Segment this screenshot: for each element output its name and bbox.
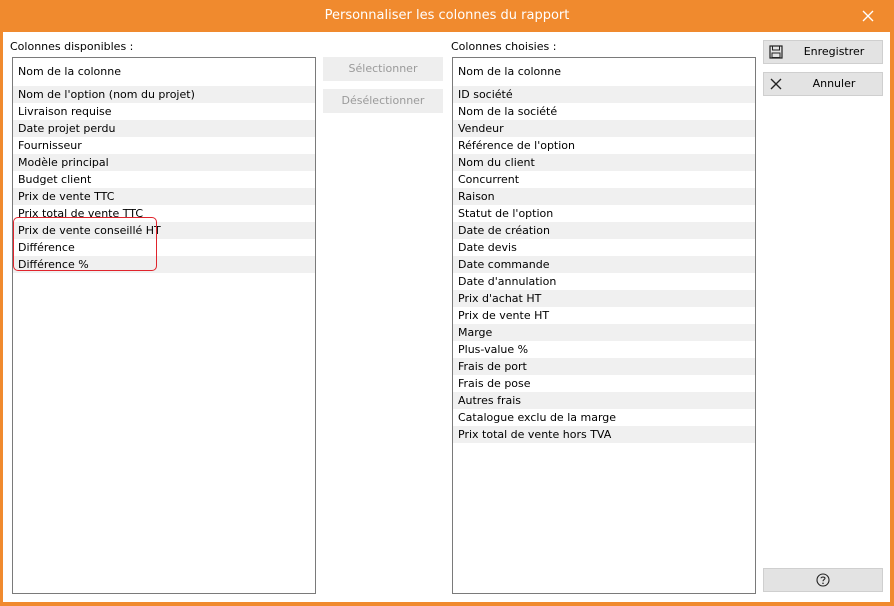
available-list-item[interactable]: Budget client: [13, 171, 315, 188]
chosen-list-item[interactable]: Marge: [453, 324, 755, 341]
available-list-item[interactable]: Modèle principal: [13, 154, 315, 171]
chosen-columns-list[interactable]: Nom de la colonne ID société Nom de la so…: [452, 57, 756, 594]
chosen-list-header: Nom de la colonne: [458, 65, 561, 78]
close-icon: [770, 78, 782, 90]
deselect-button[interactable]: Désélectionner: [323, 89, 443, 113]
available-list-item[interactable]: Nom de l'option (nom du projet): [13, 86, 315, 103]
chosen-list-item[interactable]: Statut de l'option: [453, 205, 755, 222]
help-icon: [816, 573, 830, 587]
chosen-list-item[interactable]: Prix total de vente hors TVA: [453, 426, 755, 443]
save-button[interactable]: Enregistrer: [763, 40, 883, 64]
chosen-list-item[interactable]: Catalogue exclu de la marge: [453, 409, 755, 426]
highlight-box: [13, 217, 157, 271]
floppy-disk-icon: [769, 45, 783, 59]
chosen-list-item[interactable]: Nom du client: [453, 154, 755, 171]
chosen-list-item[interactable]: Date d'annulation: [453, 273, 755, 290]
chosen-list-item[interactable]: Vendeur: [453, 120, 755, 137]
chosen-list-item[interactable]: Date de création: [453, 222, 755, 239]
chosen-columns-label: Colonnes choisies :: [451, 40, 557, 53]
available-list-header: Nom de la colonne: [18, 65, 121, 78]
chosen-list-item[interactable]: Raison: [453, 188, 755, 205]
chosen-list-item[interactable]: Autres frais: [453, 392, 755, 409]
available-list-item[interactable]: Prix de vente TTC: [13, 188, 315, 205]
available-columns-label: Colonnes disponibles :: [10, 40, 134, 53]
close-button[interactable]: [858, 6, 878, 26]
chosen-list-item[interactable]: Prix de vente HT: [453, 307, 755, 324]
chosen-list-item[interactable]: Date devis: [453, 239, 755, 256]
close-icon: [862, 10, 874, 22]
chosen-list-item[interactable]: Frais de pose: [453, 375, 755, 392]
available-list-item[interactable]: Fournisseur: [13, 137, 315, 154]
available-list-item[interactable]: Livraison requise: [13, 103, 315, 120]
chosen-list-item[interactable]: Date commande: [453, 256, 755, 273]
chosen-list-item[interactable]: Prix d'achat HT: [453, 290, 755, 307]
cancel-button[interactable]: Annuler: [763, 72, 883, 96]
dialog-window: Personnaliser les colonnes du rapport Co…: [0, 0, 894, 606]
chosen-list-item[interactable]: Frais de port: [453, 358, 755, 375]
help-button[interactable]: [763, 568, 883, 592]
available-columns-list[interactable]: Nom de la colonne Nom de l'option (nom d…: [12, 57, 316, 594]
chosen-list-item[interactable]: Plus-value %: [453, 341, 755, 358]
chosen-list-item[interactable]: Nom de la société: [453, 103, 755, 120]
save-button-label: Enregistrer: [803, 45, 865, 58]
available-list-item[interactable]: Date projet perdu: [13, 120, 315, 137]
chosen-list-item[interactable]: Référence de l'option: [453, 137, 755, 154]
cancel-button-label: Annuler: [812, 77, 856, 90]
select-button[interactable]: Sélectionner: [323, 57, 443, 81]
chosen-list-item[interactable]: ID société: [453, 86, 755, 103]
window-title: Personnaliser les colonnes du rapport: [324, 8, 570, 23]
title-bar: Personnaliser les colonnes du rapport: [0, 0, 894, 32]
dialog-content: Colonnes disponibles : Nom de la colonne…: [3, 32, 890, 602]
chosen-list-item[interactable]: Concurrent: [453, 171, 755, 188]
